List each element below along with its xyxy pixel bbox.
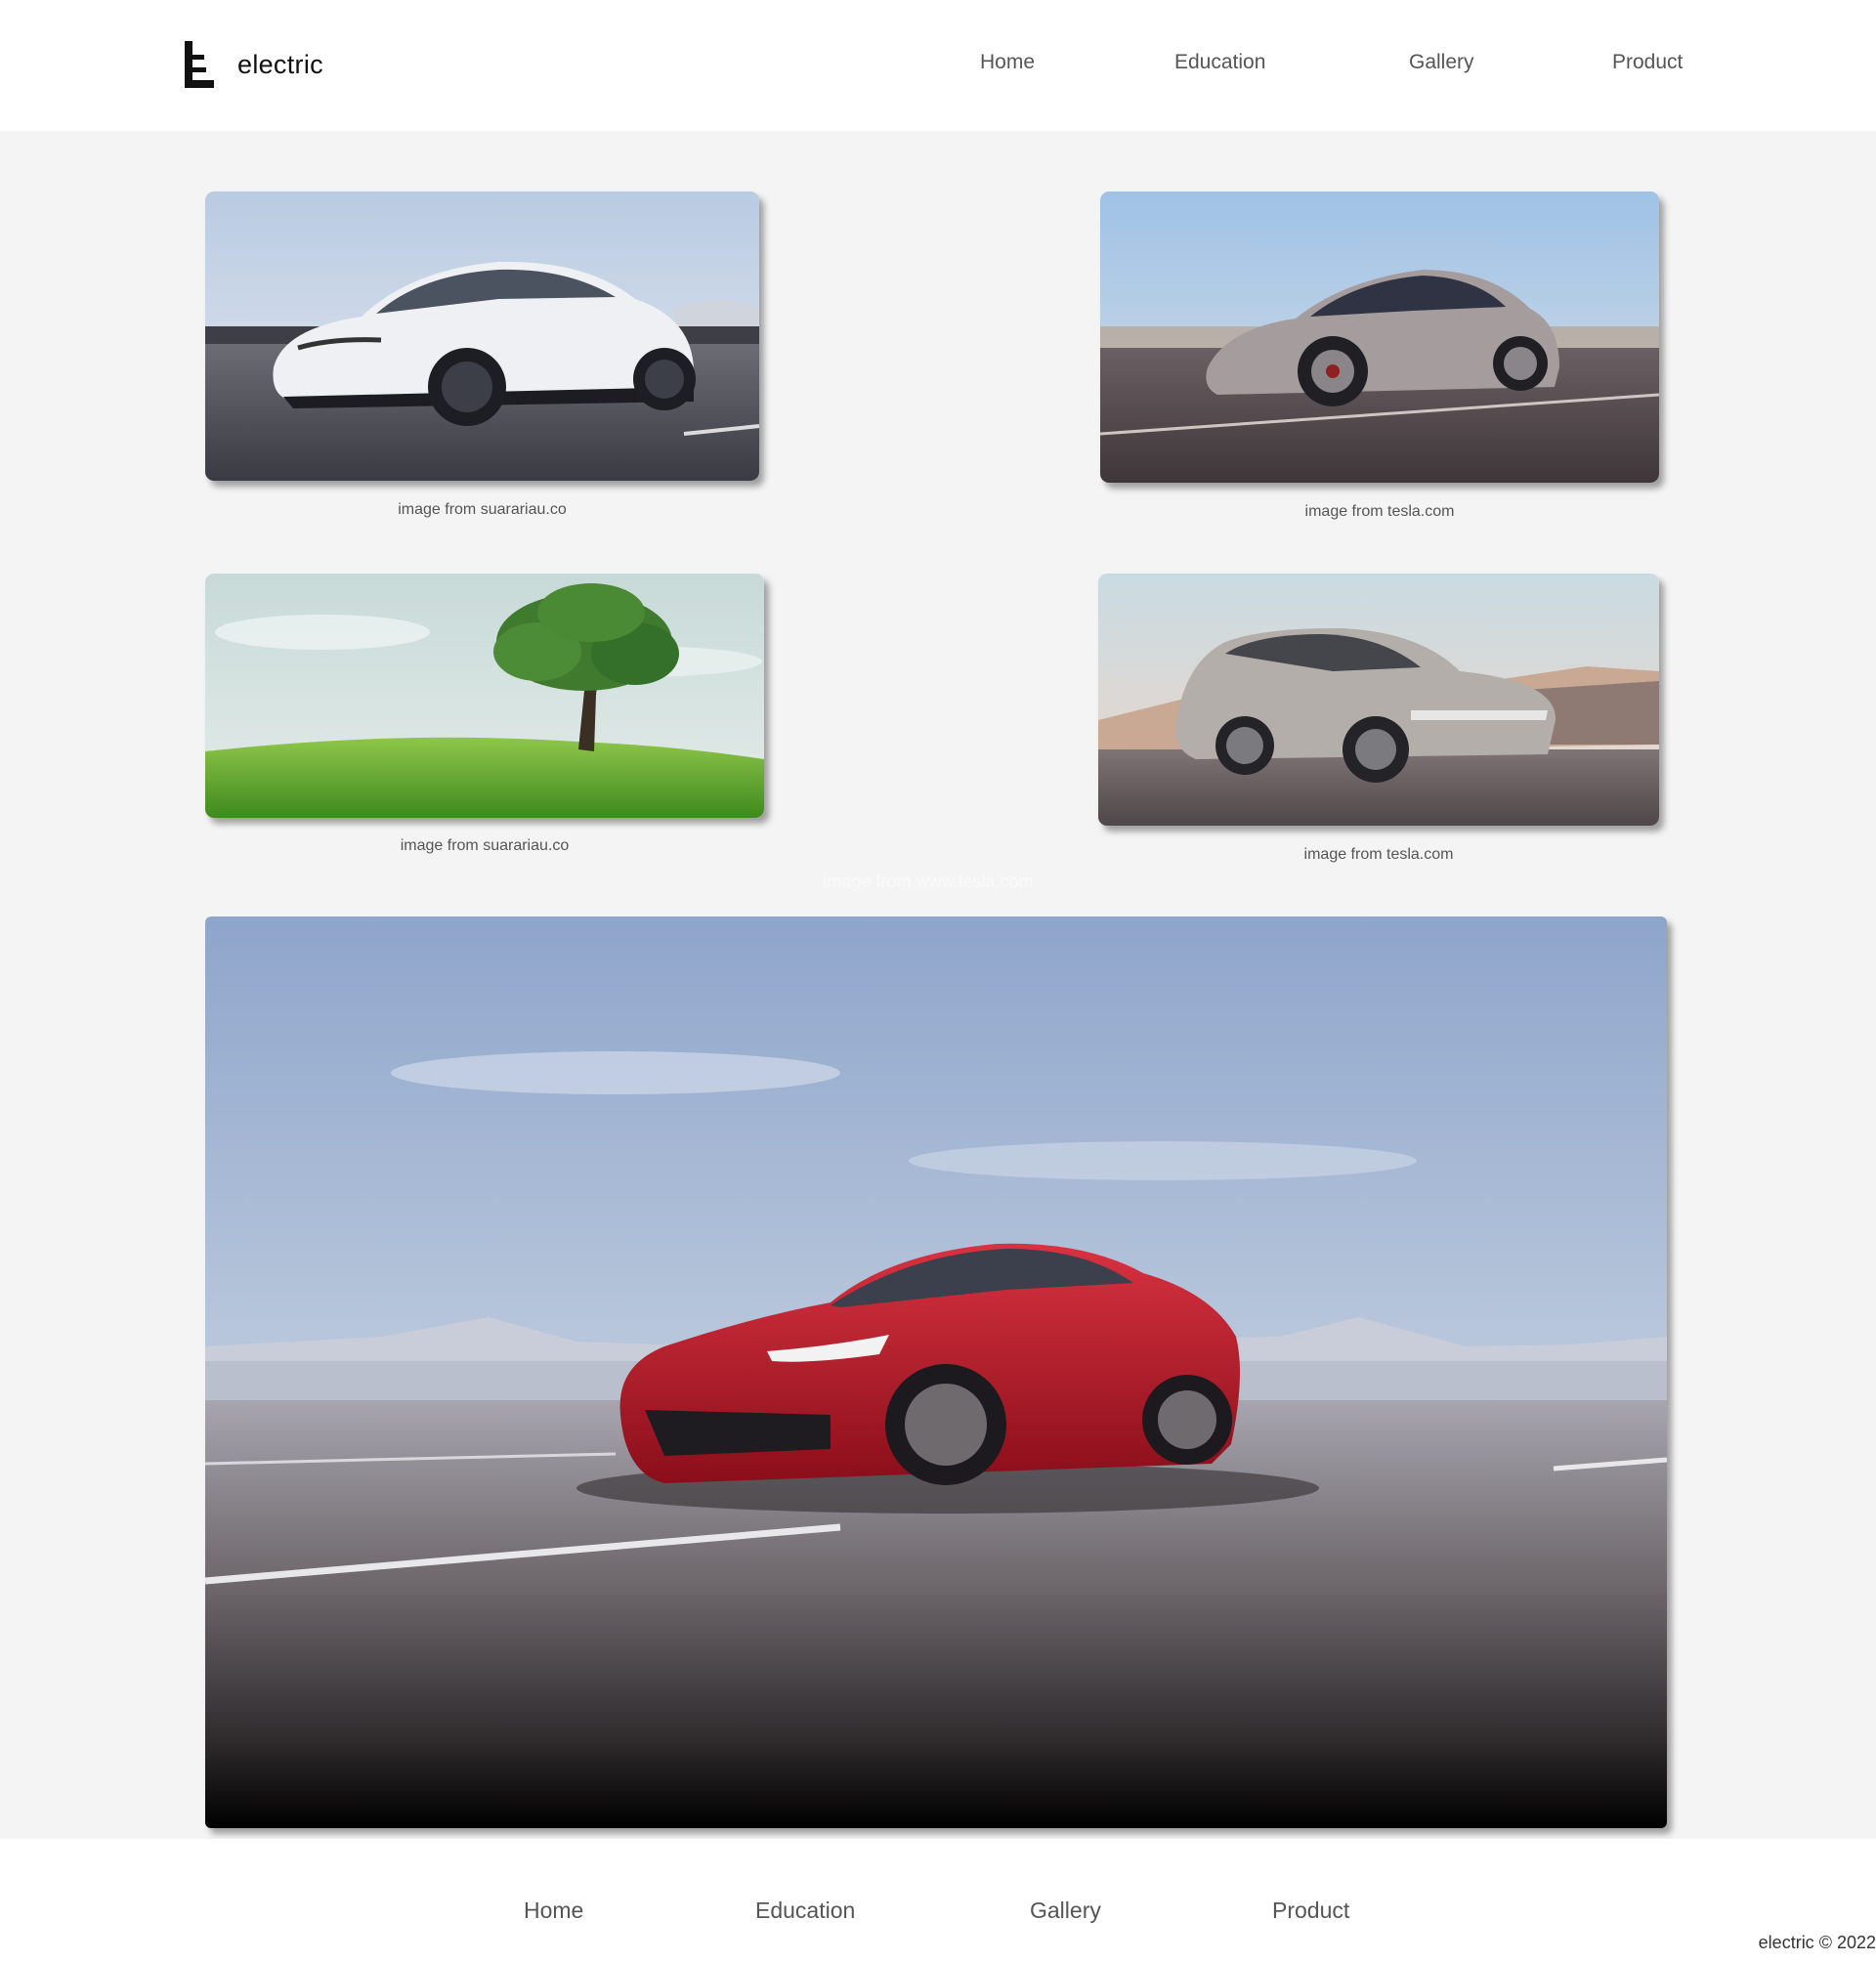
footer-nav-gallery[interactable]: Gallery	[1030, 1898, 1101, 1924]
nav-home[interactable]: Home	[980, 51, 1035, 74]
brand-logo-link[interactable]: electric	[185, 41, 323, 88]
nav-gallery[interactable]: Gallery	[1409, 51, 1474, 74]
footer-nav-education[interactable]: Education	[755, 1898, 855, 1924]
tree-on-grass-photo[interactable]	[205, 574, 764, 818]
footer-nav-product[interactable]: Product	[1272, 1898, 1349, 1924]
site-header: electric Home Education Gallery Product	[0, 0, 1876, 131]
card-caption: image from suarariau.co	[398, 501, 567, 518]
card-caption: image from tesla.com	[1304, 503, 1455, 520]
site-footer: Home Education Gallery Product electric …	[0, 1839, 1876, 1962]
letter-e-logo-icon	[185, 41, 214, 88]
nav-education[interactable]: Education	[1174, 51, 1265, 74]
footer-nav-home[interactable]: Home	[524, 1898, 583, 1924]
red-sedan-photo[interactable]	[205, 917, 1667, 1828]
brand-name: electric	[237, 49, 323, 79]
card-caption: image from suarariau.co	[400, 837, 570, 854]
hero-caption: image from www.tesla.com	[823, 872, 1034, 891]
nav-product[interactable]: Product	[1612, 51, 1683, 74]
silver-hatchback-photo[interactable]	[1098, 574, 1659, 826]
copyright-text: electric © 2022	[1758, 1933, 1876, 1952]
gray-crossover-photo[interactable]	[1100, 192, 1659, 483]
card-caption: image from tesla.com	[1303, 846, 1454, 863]
white-suv-photo[interactable]	[205, 192, 759, 481]
